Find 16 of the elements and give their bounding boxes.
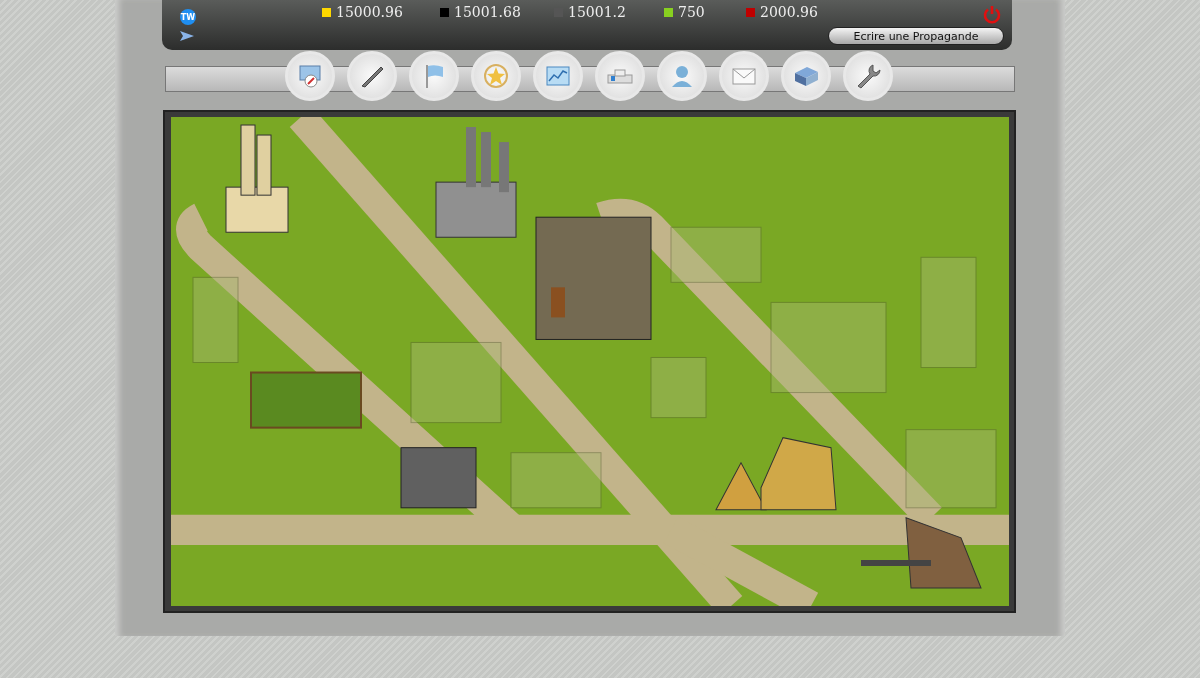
- star-medal-button[interactable]: [471, 51, 521, 101]
- resource-amount: 2000.96: [760, 4, 818, 20]
- power-icon[interactable]: [982, 5, 1002, 25]
- flag-button[interactable]: [409, 51, 459, 101]
- user-button[interactable]: [657, 51, 707, 101]
- wrench-button[interactable]: [843, 51, 893, 101]
- rifle-button[interactable]: [347, 51, 397, 101]
- resource-amount: 15000.96: [336, 4, 403, 20]
- paper-plane-icon[interactable]: [180, 31, 194, 41]
- chart-button[interactable]: [533, 51, 583, 101]
- star-medal-icon: [481, 61, 511, 91]
- resource-amount: 750: [678, 4, 705, 20]
- resource-amount: 15001.68: [454, 4, 521, 20]
- write-propaganda-button[interactable]: Ecrire une Propagande: [828, 27, 1004, 45]
- resource-amount: 15001.2: [568, 4, 626, 20]
- envelope-button[interactable]: [719, 51, 769, 101]
